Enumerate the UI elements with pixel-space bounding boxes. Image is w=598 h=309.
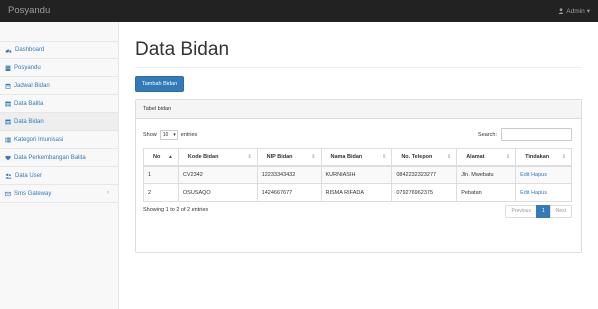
table-row: 2 OSUSAQO 1424667677 RISMA RIFADA 079276… [143, 183, 572, 202]
sidebar-item-label: Data Balita [14, 100, 44, 107]
bidan-table: No ▲ Kode Bidan ⇕ NIP Bidan ⇕ Nama Bidan ⇕ N… [143, 148, 572, 202]
table-header-row: No ▲ Kode Bidan ⇕ NIP Bidan ⇕ Nama Bidan ⇕ N… [143, 148, 572, 167]
cell-telp: 0842232323277 [391, 165, 458, 184]
search-input[interactable] [501, 128, 572, 141]
next-page-button[interactable]: Next [549, 205, 572, 218]
page-1-button[interactable]: 1 [535, 205, 551, 218]
sidebar-item-data-balita[interactable]: Data Balita [0, 95, 118, 113]
caret-down-icon: ▾ [586, 8, 590, 15]
sidebar-item-label: Data Bidan [14, 118, 44, 125]
cell-no: 2 [143, 183, 179, 202]
sidebar-item-sms-gateway[interactable]: Sms Gateway ‹ [0, 185, 118, 203]
cell-nama: RISMA RIFADA [320, 183, 393, 202]
cell-alamat: Pebatan [456, 183, 517, 202]
sidebar-item-jadwal-bidan[interactable]: Jadwal Bidan [0, 77, 118, 95]
sort-icon: ⇕ [247, 154, 252, 160]
sidebar: Dashboard Posyandu Jadwal Bidan Data Bal… [0, 22, 119, 309]
title-divider [135, 67, 582, 68]
sort-asc-icon: ▲ [167, 154, 173, 160]
building-icon [5, 65, 11, 71]
hapus-link[interactable]: Hapus [531, 172, 547, 178]
cell-tindakan: Edit Hapus [515, 165, 572, 184]
column-header-no-telepon[interactable]: No. Telepon ⇕ [391, 148, 458, 167]
list-icon [5, 137, 11, 142]
edit-link[interactable]: Edit [520, 190, 529, 196]
sidebar-item-label: Sms Gateway [14, 190, 52, 197]
cell-kode: CV2342 [177, 165, 258, 184]
page-length-select[interactable]: 10 ▾ [159, 130, 178, 140]
table-panel: Tabel bidan Show 10 ▾ entries Search: No… [135, 99, 582, 253]
select-caret-icon: ▾ [173, 132, 176, 138]
pagination: Previous 1 Next [505, 205, 572, 218]
sort-icon: ⇕ [561, 154, 566, 160]
table-row: 1 CV2342 12233343432 KURNIASIH 084223232… [143, 165, 572, 184]
sort-icon: ⇕ [382, 154, 387, 160]
page-title: Data Bidan [135, 39, 230, 60]
entries-label: entries [180, 132, 198, 138]
cell-nip: 12233343432 [256, 165, 322, 184]
main-content: Data Bidan Tambah Bidan Tabel bidan Show… [119, 22, 598, 309]
search-label: Search: [478, 131, 497, 138]
hapus-link[interactable]: Hapus [531, 190, 547, 196]
sidebar-item-label: Kategori Imunisasi [14, 136, 64, 143]
show-label: Show [143, 132, 157, 138]
sidebar-item-data-bidan[interactable]: Data Bidan [0, 113, 118, 131]
column-header-alamat[interactable]: Alamat ⇕ [456, 148, 517, 167]
column-header-kode-bidan[interactable]: Kode Bidan ⇕ [177, 148, 258, 167]
sidebar-item-label: Data Perkembangan Balita [14, 154, 86, 161]
sidebar-item-label: Posyandu [14, 64, 41, 71]
calendar-icon [5, 83, 11, 89]
cell-tindakan: Edit Hapus [515, 183, 572, 202]
users-icon [5, 173, 12, 179]
column-header-tindakan[interactable]: Tindakan ⇕ [515, 148, 572, 167]
sidebar-item-kategori-imunisasi[interactable]: Kategori Imunisasi [0, 131, 118, 149]
panel-title: Tabel bidan [136, 100, 581, 119]
column-header-nip-bidan[interactable]: NIP Bidan ⇕ [256, 148, 322, 167]
sort-icon: ⇕ [311, 154, 316, 160]
chevron-left-icon: ‹ [107, 190, 109, 196]
cell-nama: KURNIASIH [320, 165, 393, 184]
page-length-control: Show 10 ▾ entries [143, 130, 197, 140]
cell-kode: OSUSAQO [177, 183, 258, 202]
sort-icon: ⇕ [447, 154, 452, 160]
table-icon [5, 101, 11, 106]
cell-alamat: Jln. Mwebatu [456, 165, 517, 184]
dashboard-icon [5, 49, 12, 53]
user-icon [558, 8, 564, 14]
sidebar-item-data-user[interactable]: Data User [0, 167, 118, 185]
user-menu-label: Admin [566, 7, 585, 15]
previous-page-button[interactable]: Previous [505, 205, 537, 218]
table-info: Showing 1 to 2 of 2 entries [143, 207, 209, 213]
heart-icon [5, 155, 11, 160]
brand-title[interactable]: Posyandu [8, 5, 50, 16]
cell-nip: 1424667677 [256, 183, 322, 202]
sidebar-item-dashboard[interactable]: Dashboard [0, 41, 118, 59]
sort-icon: ⇕ [505, 154, 511, 160]
top-navbar: Posyandu Admin ▾ [0, 0, 598, 22]
add-bidan-button[interactable]: Tambah Bidan [135, 76, 185, 92]
sidebar-item-label: Jadwal Bidan [14, 82, 50, 89]
table-icon [5, 119, 11, 124]
edit-link[interactable]: Edit [520, 172, 529, 178]
cell-telp: 079276962375 [391, 183, 458, 202]
sidebar-item-label: Dashboard [15, 47, 45, 53]
user-menu[interactable]: Admin ▾ [558, 7, 590, 15]
sidebar-item-data-perkembangan-balita[interactable]: Data Perkembangan Balita [0, 149, 118, 167]
page-length-value: 10 [162, 132, 169, 138]
column-header-no[interactable]: No ▲ [143, 148, 179, 167]
sidebar-item-posyandu[interactable]: Posyandu [0, 59, 118, 77]
envelope-icon [5, 191, 11, 196]
cell-no: 1 [143, 165, 179, 184]
table-search: Search: [478, 128, 572, 141]
column-header-nama-bidan[interactable]: Nama Bidan ⇕ [320, 148, 393, 167]
sidebar-item-label: Data User [15, 172, 43, 179]
